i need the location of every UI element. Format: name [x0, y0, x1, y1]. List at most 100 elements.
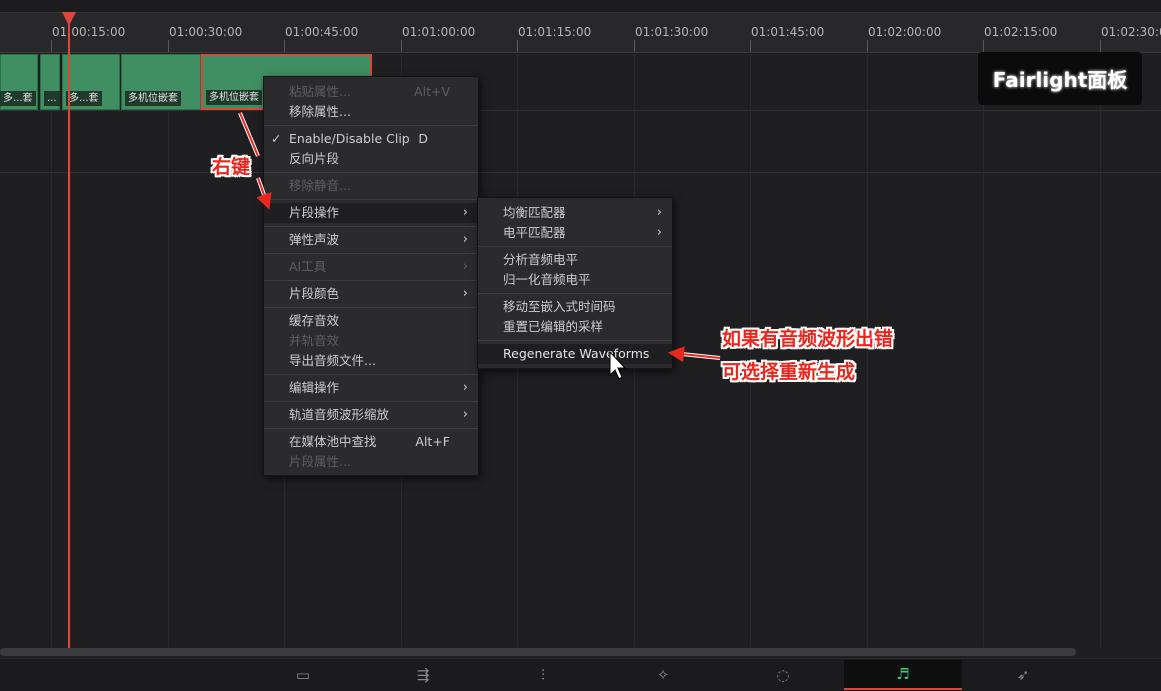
ruler-tick — [983, 40, 984, 52]
menu-item-export-audio-file[interactable]: 导出音频文件... — [264, 351, 478, 371]
clip-label: 多机位嵌套 — [206, 90, 262, 105]
page-glyph: ✧ — [656, 666, 670, 684]
menu-item-reverse-clip[interactable]: 反向片段 — [264, 149, 478, 169]
menu-item-remove-silence[interactable]: 移除静音... — [264, 176, 478, 196]
ruler-tick — [284, 40, 285, 52]
menu-item-label: 轨道音频波形缩放 — [289, 407, 390, 422]
menu-item-label: 片段操作 — [289, 205, 340, 220]
menu-item-label: Enable/Disable Clip — [289, 131, 410, 146]
menu-item-label: 片段属性... — [289, 454, 351, 469]
annotation-tip-line1: 如果有音频波形出错 — [722, 328, 894, 350]
cut-page-icon[interactable]: ⇶ — [364, 660, 482, 690]
page-glyph: ⫶ — [541, 666, 545, 684]
menu-item-bounce-audio[interactable]: 并轨音效 — [264, 331, 478, 351]
menu-item-eq-matcher[interactable]: 均衡匹配器 › — [478, 203, 672, 223]
checkmark-icon: ✓ — [271, 131, 282, 146]
menu-divider — [264, 374, 478, 375]
audio-clip[interactable]: 多机位嵌套 — [121, 54, 201, 110]
menu-divider — [264, 226, 478, 227]
clip-context-menu: 粘贴属性... Alt+V 移除属性... ✓ Enable/Disable C… — [263, 76, 479, 476]
menu-divider — [264, 125, 478, 126]
menu-item-reset-edited-samples[interactable]: 重置已编辑的采样 — [478, 317, 672, 337]
media-page-icon[interactable]: ▭ — [244, 660, 362, 690]
ruler-tick — [867, 40, 868, 52]
menu-item-label: 移除静音... — [289, 178, 351, 193]
audio-clip[interactable]: 多...套 — [0, 54, 38, 110]
page-glyph: ▭ — [295, 666, 311, 684]
menu-item-label: 移除属性... — [289, 104, 351, 119]
menu-item-label: 并轨音效 — [289, 333, 340, 348]
menu-item-elastic-wave[interactable]: 弹性声波 › — [264, 230, 478, 250]
menu-item-cache-audio[interactable]: 缓存音效 — [264, 311, 478, 331]
menu-item-find-in-media-pool[interactable]: 在媒体池中查找 Alt+F — [264, 432, 478, 452]
menu-divider — [264, 428, 478, 429]
shortcut-label: Alt+F — [415, 434, 450, 449]
edit-page-icon[interactable]: ⫶ — [484, 660, 602, 690]
fusion-page-icon[interactable]: ✧ — [604, 660, 722, 690]
timecode-label: 01:00:45:00 — [285, 25, 359, 39]
menu-divider — [264, 280, 478, 281]
timeline-scrollbar[interactable] — [0, 648, 1076, 656]
clip-label: 多...套 — [0, 91, 36, 106]
timecode-label: 01:01:30:00 — [635, 25, 709, 39]
chevron-right-icon: › — [462, 259, 468, 274]
menu-item-normalize-audio-levels[interactable]: 归一化音频电平 — [478, 270, 672, 290]
annotation-tip-line2: 可选择重新生成 — [722, 361, 856, 383]
clip-label: ... — [44, 91, 60, 106]
timecode-label: 01:00:15:00 — [52, 25, 126, 39]
chevron-right-icon: › — [462, 407, 468, 422]
timeline-ruler[interactable]: 01:00:15:00 01:00:30:00 01:00:45:00 01:01:0… — [0, 0, 1161, 53]
menu-item-label: 归一化音频电平 — [503, 272, 591, 287]
gridline — [1100, 52, 1101, 647]
menu-item-paste-attributes[interactable]: 粘贴属性... Alt+V — [264, 82, 478, 102]
menu-item-level-matcher[interactable]: 电平匹配器 › — [478, 223, 672, 243]
menu-item-clip-attributes[interactable]: 片段属性... — [264, 452, 478, 472]
menu-divider — [478, 293, 672, 294]
menu-item-remove-attributes[interactable]: 移除属性... — [264, 102, 478, 122]
color-page-icon[interactable]: ◌ — [724, 660, 842, 690]
shortcut-label: D — [418, 131, 428, 146]
menu-item-analyze-audio-levels[interactable]: 分析音频电平 — [478, 250, 672, 270]
menu-item-move-to-embedded-timecode[interactable]: 移动至嵌入式时间码 — [478, 297, 672, 317]
gridline — [168, 52, 169, 647]
menu-item-ai-tools[interactable]: AI工具 › — [264, 257, 478, 277]
menu-divider — [478, 340, 672, 341]
menu-item-track-waveform-zoom[interactable]: 轨道音频波形缩放 › — [264, 405, 478, 425]
annotation-right-click: 右键 — [212, 156, 251, 178]
menu-item-clip-color[interactable]: 片段颜色 › — [264, 284, 478, 304]
ruler-tick — [51, 40, 52, 52]
page-glyph: ⇶ — [416, 666, 430, 684]
playhead-handle[interactable] — [62, 12, 76, 26]
menu-item-label: 弹性声波 — [289, 232, 340, 247]
menu-item-label: 均衡匹配器 — [503, 205, 566, 220]
shortcut-label: Alt+V — [414, 84, 450, 99]
page-glyph: ◌ — [776, 666, 790, 684]
chevron-right-icon: › — [656, 205, 662, 220]
menu-divider — [264, 401, 478, 402]
menu-item-regenerate-waveforms[interactable]: Regenerate Waveforms — [478, 344, 672, 364]
menu-item-label: 片段颜色 — [289, 286, 340, 301]
menu-item-label: 重置已编辑的采样 — [503, 319, 604, 334]
track-separator — [0, 110, 1161, 111]
menu-item-clip-operations[interactable]: 片段操作 › — [264, 203, 478, 223]
clip-label: 多...套 — [66, 91, 102, 106]
menu-item-label: 在媒体池中查找 — [289, 434, 377, 449]
ruler-tick — [750, 40, 751, 52]
playhead-line[interactable] — [68, 14, 70, 648]
deliver-page-icon[interactable]: ➶ — [964, 660, 1082, 690]
audio-clip[interactable]: ... — [40, 54, 60, 110]
menu-divider — [264, 172, 478, 173]
chevron-right-icon: › — [462, 380, 468, 395]
menu-item-enable-disable-clip[interactable]: ✓ Enable/Disable Clip D — [264, 129, 478, 149]
fairlight-panel-badge: Fairlight面板 — [978, 52, 1142, 105]
menu-item-label: 反向片段 — [289, 151, 340, 166]
fairlight-page-icon[interactable]: ♬ — [844, 660, 962, 690]
ruler-tick — [1100, 40, 1101, 52]
menu-item-label: 分析音频电平 — [503, 252, 579, 267]
menu-divider — [478, 246, 672, 247]
menu-divider — [264, 253, 478, 254]
ruler-scrub-bar[interactable] — [0, 0, 1161, 13]
audio-clip[interactable]: 多...套 — [62, 54, 120, 110]
menu-item-label: 编辑操作 — [289, 380, 340, 395]
menu-item-edit-operations[interactable]: 编辑操作 › — [264, 378, 478, 398]
